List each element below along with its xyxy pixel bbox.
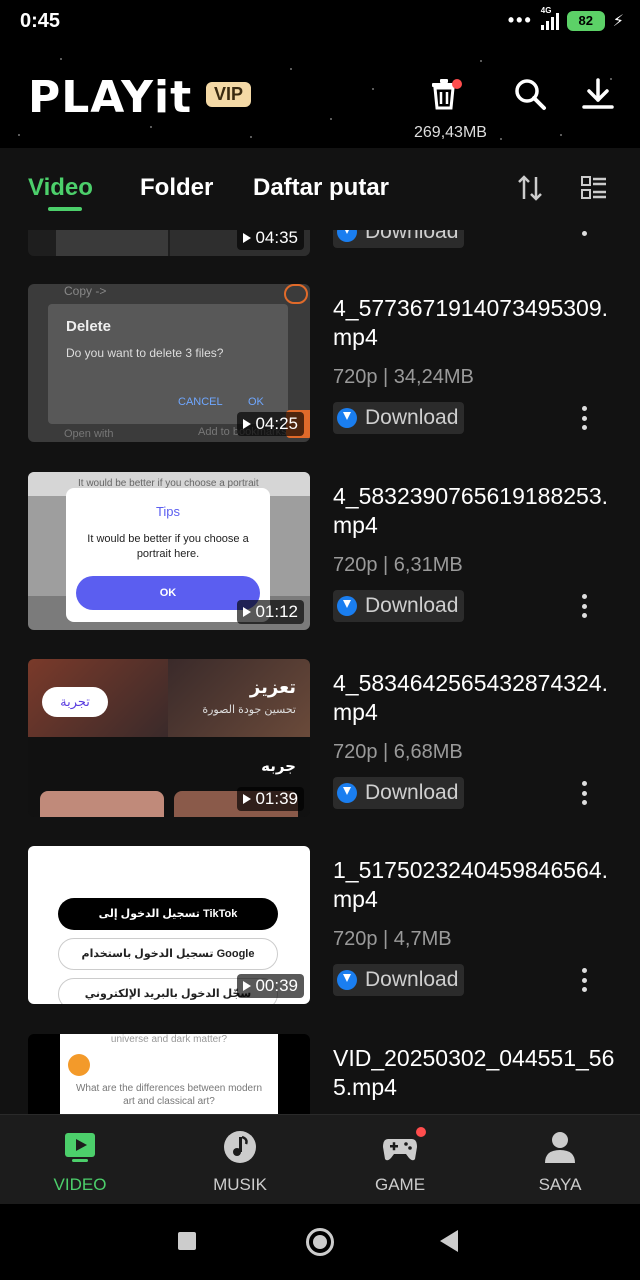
more-options-button[interactable] <box>574 592 594 620</box>
network-type: 4G <box>540 5 552 15</box>
video-item[interactable]: تجربة تعزيز تحسين جودة الصورة جربه 01:39… <box>0 659 640 819</box>
tab-playlist[interactable]: Daftar putar <box>253 174 389 202</box>
video-meta: 720p | 6,31MB <box>333 554 463 576</box>
video-meta: 720p | 34,24MB <box>333 366 474 388</box>
video-thumbnail[interactable]: تسجيل الدخول إلى TikTok تسجيل الدخول باس… <box>28 846 310 1004</box>
video-title: 4_5773671914073495309.mp4 <box>333 295 609 350</box>
video-thumbnail[interactable]: 04:35 <box>28 230 310 256</box>
sort-icon <box>518 175 542 201</box>
download-button[interactable]: Download <box>333 777 465 809</box>
nav-game[interactable]: GAME <box>320 1115 480 1205</box>
notification-dot <box>416 1127 426 1137</box>
download-button[interactable]: Download <box>333 402 465 434</box>
video-thumbnail[interactable]: It would be better if you choose a portr… <box>28 472 310 630</box>
nav-label: GAME <box>374 1175 426 1194</box>
download-manager-button[interactable] <box>580 76 616 112</box>
duration-badge: 00:39 <box>237 974 304 998</box>
duration-badge: 04:25 <box>237 412 304 436</box>
video-item[interactable]: Copy -> Delete Do you want to delete 3 f… <box>0 284 640 444</box>
more-options-button[interactable] <box>574 404 594 432</box>
list-view-icon <box>581 176 606 199</box>
video-thumbnail[interactable]: Copy -> Delete Do you want to delete 3 f… <box>28 284 310 442</box>
video-item[interactable]: universe and dark matter? What are the d… <box>0 1034 640 1114</box>
nav-label: VIDEO <box>53 1175 107 1194</box>
download-icon <box>337 783 357 803</box>
status-icons: ••• 4G 82 ⚡ <box>507 6 624 31</box>
video-title: 1_5175023240459846564.mp4 <box>333 857 609 912</box>
tab-folder[interactable]: Folder <box>140 174 213 202</box>
tab-video[interactable]: Video <box>28 174 93 202</box>
download-icon <box>582 78 614 109</box>
video-thumbnail[interactable]: universe and dark matter? What are the d… <box>28 1034 310 1114</box>
bottom-navigation: VIDEO MUSIK GAME SAYA <box>0 1114 640 1204</box>
junk-clean-button[interactable] <box>426 74 466 114</box>
nav-label: MUSIK <box>213 1175 267 1194</box>
home-button[interactable] <box>306 1228 334 1256</box>
download-button[interactable]: Download <box>333 230 465 248</box>
status-time: 0:45 <box>20 10 61 32</box>
trash-icon <box>432 79 462 110</box>
battery-icon: 82 <box>566 10 605 31</box>
video-list[interactable]: 04:35 Download Copy -> Delete Do you wan… <box>0 230 640 1114</box>
video-meta: 720p | 6,68MB <box>333 741 463 763</box>
search-button[interactable] <box>512 76 548 112</box>
download-icon <box>337 970 357 990</box>
duration-badge: 01:39 <box>237 787 304 811</box>
duration-badge: 04:35 <box>237 230 304 250</box>
download-icon <box>337 596 357 616</box>
download-button[interactable]: Download <box>333 964 465 996</box>
video-item[interactable]: 04:35 Download <box>0 230 640 258</box>
status-bar: 0:45 ••• 4G 82 ⚡ <box>0 0 640 48</box>
video-title: 4_5832390765619188253.mp4 <box>333 483 609 538</box>
nav-video[interactable]: VIDEO <box>0 1115 160 1205</box>
tab-bar: Video Folder Daftar putar <box>0 148 640 228</box>
download-icon <box>337 230 357 242</box>
video-item[interactable]: It would be better if you choose a portr… <box>0 472 640 632</box>
notification-dots-icon: ••• <box>507 10 533 30</box>
video-icon <box>65 1133 95 1162</box>
more-options-button[interactable] <box>574 779 594 807</box>
junk-size-label: 269,43MB <box>414 124 487 141</box>
nav-profile[interactable]: SAYA <box>480 1115 640 1205</box>
video-title: 4_5834642565432874324.mp4 <box>333 670 609 725</box>
more-options-button[interactable] <box>574 966 594 994</box>
download-icon <box>337 408 357 428</box>
search-icon <box>515 79 546 110</box>
system-navigation-bar <box>0 1204 640 1280</box>
signal-icon: 4G <box>540 6 559 30</box>
nav-label: SAYA <box>538 1175 582 1194</box>
view-mode-button[interactable] <box>580 174 608 202</box>
video-title: VID_20250302_044551_565.mp4 <box>333 1045 615 1100</box>
more-options-button[interactable] <box>574 230 594 238</box>
vip-badge[interactable]: VIP <box>206 82 252 107</box>
nav-music[interactable]: MUSIK <box>160 1115 320 1205</box>
gamepad-icon <box>383 1139 417 1161</box>
video-thumbnail[interactable]: تجربة تعزيز تحسين جودة الصورة جربه 01:39 <box>28 659 310 817</box>
sort-button[interactable] <box>516 174 544 202</box>
download-button[interactable]: Download <box>333 590 465 622</box>
tab-indicator <box>48 207 82 211</box>
charging-icon: ⚡ <box>612 12 624 30</box>
duration-badge: 01:12 <box>237 600 304 624</box>
music-icon <box>224 1131 256 1163</box>
recents-button[interactable] <box>178 1232 196 1250</box>
video-item[interactable]: تسجيل الدخول إلى TikTok تسجيل الدخول باس… <box>0 846 640 1006</box>
user-icon <box>545 1132 575 1163</box>
video-meta: 720p | 4,7MB <box>333 928 452 950</box>
back-button[interactable] <box>440 1230 458 1252</box>
app-logo: PLAYit <box>28 72 193 123</box>
app-header: PLAYit VIP 269,43MB <box>0 48 640 148</box>
battery-level: 82 <box>578 13 593 28</box>
